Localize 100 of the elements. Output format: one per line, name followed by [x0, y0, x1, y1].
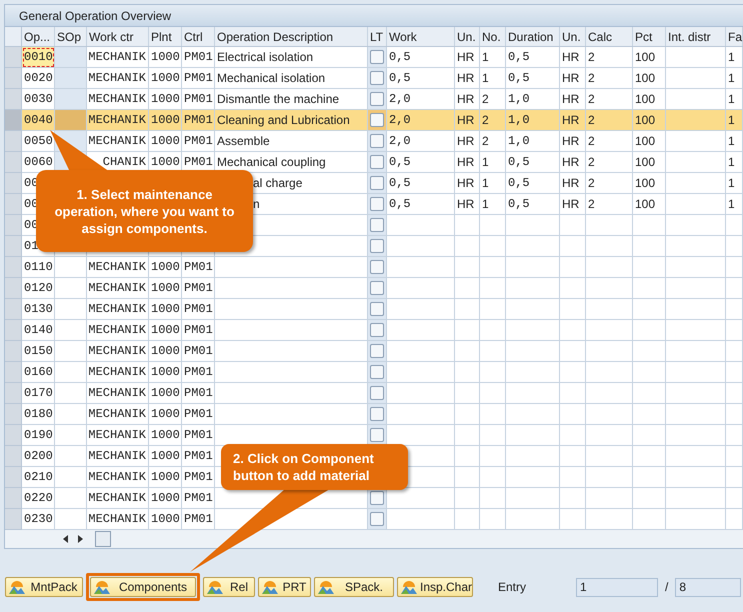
checkbox[interactable]: [370, 134, 384, 148]
table-cell: [480, 425, 506, 446]
table-cell: MECHANIK: [87, 47, 149, 68]
column-header[interactable]: Ctrl: [182, 27, 215, 46]
column-header[interactable]: Work ctr: [87, 27, 149, 46]
table-cell: [560, 215, 586, 236]
table-cell: [480, 341, 506, 362]
scroll-right-icon[interactable]: [75, 534, 85, 544]
row-selector[interactable]: [5, 425, 22, 446]
table-cell: Dismantle the machine: [215, 89, 368, 110]
column-header[interactable]: Un.: [560, 27, 586, 46]
table-cell: PM01: [182, 89, 215, 110]
panel-title: General Operation Overview: [19, 8, 172, 24]
row-selector[interactable]: [5, 257, 22, 278]
checkbox[interactable]: [370, 386, 384, 400]
column-header[interactable]: LT: [368, 27, 387, 46]
checkbox[interactable]: [370, 344, 384, 358]
table-cell: [506, 257, 560, 278]
checkbox[interactable]: [370, 218, 384, 232]
table-cell: [560, 425, 586, 446]
column-header[interactable]: Work: [387, 27, 455, 46]
row-selector[interactable]: [5, 194, 22, 215]
row-selector[interactable]: [5, 509, 22, 530]
table-cell: 2,0: [387, 110, 455, 131]
table-cell: [726, 236, 743, 257]
toolbar-button[interactable]: Rel: [203, 577, 255, 597]
table-cell: [586, 236, 633, 257]
mountain-sun-icon: [8, 579, 26, 595]
row-selector[interactable]: [5, 215, 22, 236]
column-header[interactable]: Operation Description: [215, 27, 368, 46]
table-cell: [480, 299, 506, 320]
column-header[interactable]: Duration: [506, 27, 560, 46]
checkbox[interactable]: [370, 197, 384, 211]
row-selector[interactable]: [5, 131, 22, 152]
column-header[interactable]: Un.: [455, 27, 480, 46]
row-selector[interactable]: [5, 68, 22, 89]
checkbox[interactable]: [370, 176, 384, 190]
table-cell: 1,0: [506, 131, 560, 152]
table-cell: [55, 320, 87, 341]
row-selector[interactable]: [5, 299, 22, 320]
column-header[interactable]: SOp: [55, 27, 87, 46]
checkbox[interactable]: [370, 491, 384, 505]
checkbox[interactable]: [370, 71, 384, 85]
toolbar-button[interactable]: Components: [90, 577, 196, 597]
checkbox[interactable]: [370, 155, 384, 169]
checkbox[interactable]: [370, 281, 384, 295]
entry-total-field[interactable]: 8: [675, 578, 742, 596]
table-cell: HR: [560, 89, 586, 110]
scroll-left-icon[interactable]: [61, 534, 71, 544]
row-selector[interactable]: [5, 446, 22, 467]
row-selector[interactable]: [5, 341, 22, 362]
column-header[interactable]: Op...: [22, 27, 55, 46]
checkbox[interactable]: [370, 50, 384, 64]
table-cell: [726, 383, 743, 404]
toolbar-button[interactable]: SPack.: [314, 577, 394, 597]
row-selector[interactable]: [5, 173, 22, 194]
column-header[interactable]: Plnt: [149, 27, 182, 46]
table-cell: [666, 68, 726, 89]
checkbox[interactable]: [370, 239, 384, 253]
toolbar-button[interactable]: PRT: [258, 577, 311, 597]
column-header[interactable]: Fa: [726, 27, 743, 46]
row-selector[interactable]: [5, 152, 22, 173]
table-cell: [726, 467, 743, 488]
column-header[interactable]: No.: [480, 27, 506, 46]
mountain-sun-icon: [261, 579, 279, 595]
table-cell: [666, 404, 726, 425]
row-selector[interactable]: [5, 383, 22, 404]
table-cell: Assemble: [215, 131, 368, 152]
checkbox[interactable]: [370, 260, 384, 274]
checkbox[interactable]: [370, 92, 384, 106]
checkbox[interactable]: [370, 365, 384, 379]
table-cell: PM01: [182, 320, 215, 341]
row-selector[interactable]: [5, 278, 22, 299]
column-header[interactable]: Calc: [586, 27, 633, 46]
row-selector[interactable]: [5, 89, 22, 110]
checkbox[interactable]: [370, 302, 384, 316]
entry-field[interactable]: 1: [576, 578, 658, 596]
table-cell: [586, 383, 633, 404]
toolbar-button[interactable]: Insp.Char: [397, 577, 473, 597]
table-cell: 100: [633, 68, 666, 89]
row-selector[interactable]: [5, 404, 22, 425]
table-cell: 1: [480, 47, 506, 68]
row-selector[interactable]: [5, 47, 22, 68]
row-selector[interactable]: [5, 362, 22, 383]
table-cell: [480, 215, 506, 236]
column-header[interactable]: Pct: [633, 27, 666, 46]
toolbar-button[interactable]: MntPack: [5, 577, 83, 597]
column-header[interactable]: Int. distr: [666, 27, 726, 46]
row-selector[interactable]: [5, 320, 22, 341]
checkbox[interactable]: [370, 323, 384, 337]
checkbox[interactable]: [370, 407, 384, 421]
row-selector[interactable]: [5, 488, 22, 509]
scroll-thumb[interactable]: [95, 531, 111, 547]
checkbox[interactable]: [370, 512, 384, 526]
row-selector[interactable]: [5, 236, 22, 257]
checkbox[interactable]: [370, 113, 384, 127]
table-cell: [560, 446, 586, 467]
checkbox[interactable]: [370, 428, 384, 442]
table-cell: 1000: [149, 320, 182, 341]
row-selector[interactable]: [5, 467, 22, 488]
